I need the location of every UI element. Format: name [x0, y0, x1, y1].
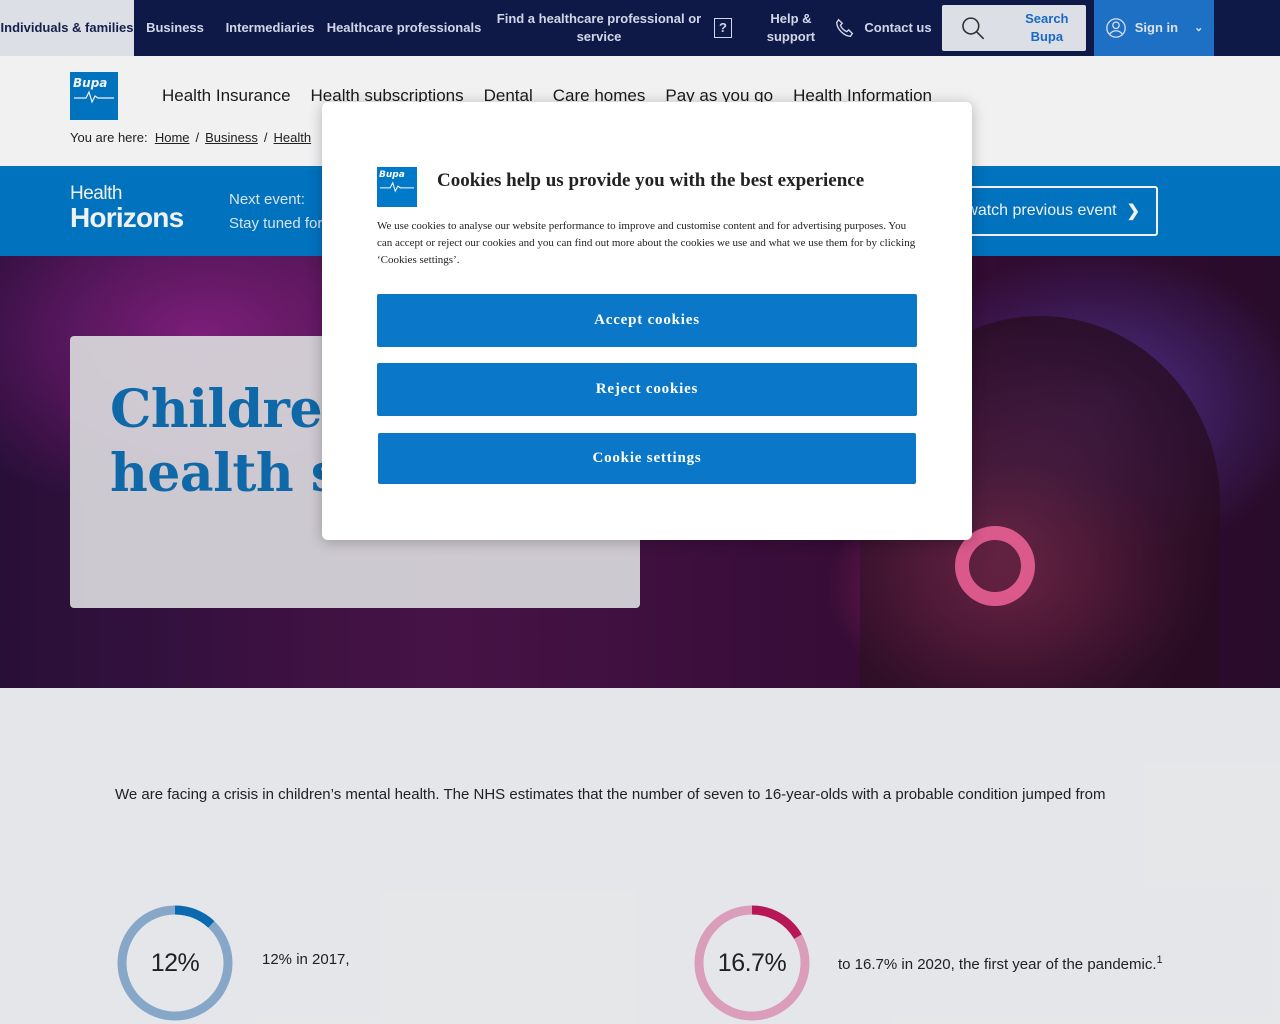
- cookie-dialog-title: Cookies help us provide you with the bes…: [437, 170, 865, 191]
- accept-cookies-button[interactable]: Accept cookies: [377, 294, 917, 347]
- bupa-logo: Bupa: [377, 167, 417, 207]
- reject-cookies-button[interactable]: Reject cookies: [377, 363, 917, 416]
- bupa-logo-text: Bupa: [379, 170, 405, 180]
- cookie-consent-dialog: Bupa Cookies help us provide you with th…: [322, 102, 972, 540]
- heartbeat-icon: [380, 181, 414, 193]
- cookie-settings-button[interactable]: Cookie settings: [378, 433, 916, 484]
- cookie-dialog-body: We use cookies to analyse our website pe…: [377, 220, 916, 266]
